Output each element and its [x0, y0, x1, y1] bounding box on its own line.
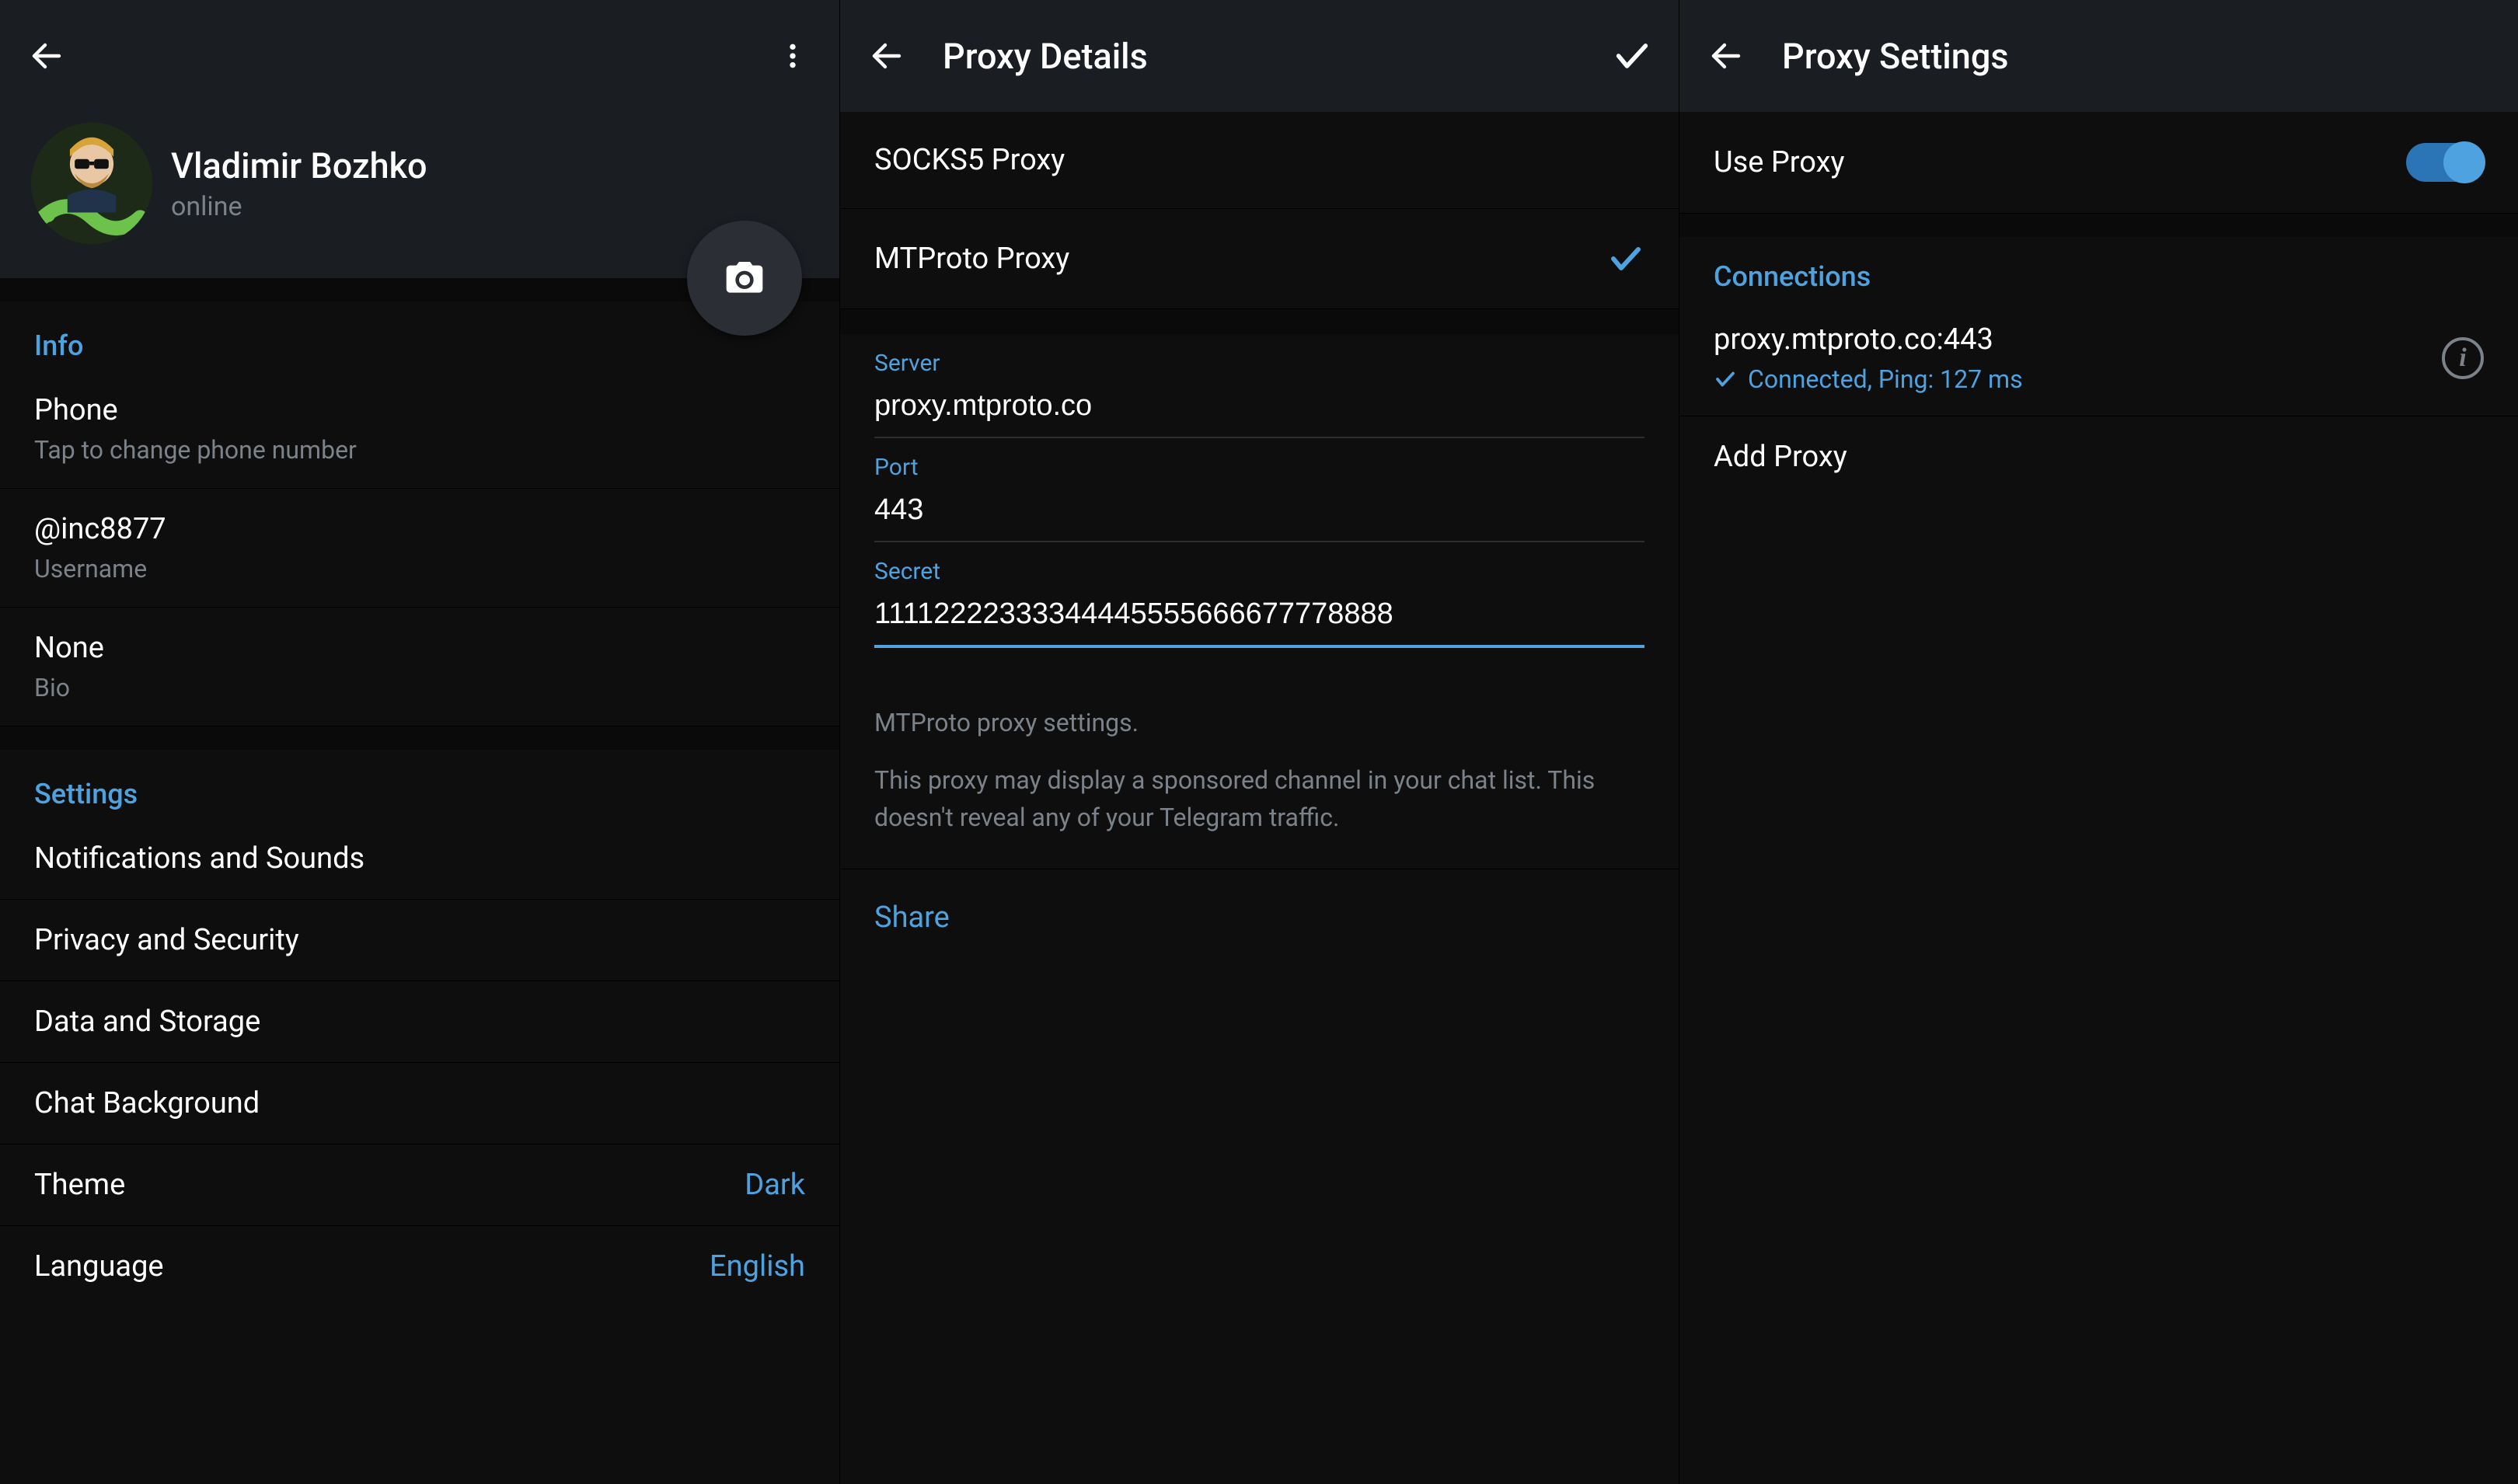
connection-status: Connected, Ping: 127 ms — [1714, 364, 2023, 394]
settings-privacy[interactable]: Privacy and Security — [0, 900, 839, 981]
profile-panel: Vladimir Bozhko online Info Phone Tap to… — [0, 0, 839, 1484]
port-input[interactable] — [874, 484, 1644, 542]
more-menu-button[interactable] — [771, 34, 814, 78]
connection-host: proxy.mtproto.co:443 — [1714, 322, 2023, 357]
username-row[interactable]: @inc8877 Username — [0, 489, 839, 608]
more-vertical-icon — [777, 37, 808, 75]
profile-header: Vladimir Bozhko online — [0, 112, 839, 278]
bio-sub: Bio — [34, 673, 805, 702]
proxy-type-mtproto-label: MTProto Proxy — [874, 242, 1069, 276]
profile-name: Vladimir Bozhko — [171, 145, 427, 186]
settings-notifications-label: Notifications and Sounds — [34, 841, 805, 876]
settings-data[interactable]: Data and Storage — [0, 981, 839, 1063]
connection-status-text: Connected, Ping: 127 ms — [1748, 364, 2023, 394]
topbar-proxy-settings: Proxy Settings — [1679, 0, 2518, 112]
phone-row[interactable]: Phone Tap to change phone number — [0, 370, 839, 489]
proxy-help-line2: This proxy may display a sponsored chann… — [874, 761, 1644, 836]
proxy-details-panel: Proxy Details SOCKS5 Proxy MTProto Proxy… — [839, 0, 1679, 1484]
settings-theme-label: Theme — [34, 1168, 125, 1202]
proxy-type-socks5[interactable]: SOCKS5 Proxy — [840, 112, 1679, 209]
port-field: Port — [840, 438, 1679, 542]
back-arrow-icon — [868, 37, 905, 75]
back-button[interactable] — [865, 34, 909, 78]
connection-row[interactable]: proxy.mtproto.co:443 Connected, Ping: 12… — [1679, 301, 2518, 416]
settings-language-label: Language — [34, 1249, 164, 1284]
add-proxy-row[interactable]: Add Proxy — [1679, 416, 2518, 497]
server-field: Server — [840, 334, 1679, 438]
secret-label: Secret — [874, 558, 1644, 585]
proxy-settings-title: Proxy Settings — [1782, 36, 2009, 77]
profile-name-block: Vladimir Bozhko online — [171, 145, 427, 222]
username-value: @inc8877 — [34, 512, 805, 546]
back-arrow-icon — [28, 37, 65, 75]
avatar[interactable] — [31, 123, 152, 244]
settings-chatbg[interactable]: Chat Background — [0, 1063, 839, 1144]
use-proxy-label: Use Proxy — [1714, 145, 1844, 179]
settings-theme[interactable]: Theme Dark — [0, 1144, 839, 1226]
topbar-profile — [0, 0, 839, 112]
settings-data-label: Data and Storage — [34, 1005, 805, 1039]
back-arrow-icon — [1707, 37, 1745, 75]
connection-info-button[interactable]: i — [2442, 337, 2484, 379]
topbar-proxy-details: Proxy Details — [840, 0, 1679, 112]
confirm-button[interactable] — [1610, 34, 1654, 78]
settings-language-value: English — [710, 1249, 805, 1284]
back-button[interactable] — [1704, 34, 1748, 78]
bio-value: None — [34, 631, 805, 665]
use-proxy-row[interactable]: Use Proxy — [1679, 112, 2518, 214]
proxy-details-title: Proxy Details — [943, 36, 1148, 77]
info-icon: i — [2459, 343, 2466, 373]
proxy-type-socks5-label: SOCKS5 Proxy — [874, 143, 1065, 177]
phone-sub: Tap to change phone number — [34, 435, 805, 465]
camera-icon — [723, 256, 766, 300]
secret-input[interactable] — [874, 588, 1644, 648]
settings-privacy-label: Privacy and Security — [34, 923, 805, 957]
use-proxy-switch[interactable] — [2406, 143, 2484, 182]
proxy-settings-panel: Proxy Settings Use Proxy Connections pro… — [1679, 0, 2518, 1484]
proxy-help-text: MTProto proxy settings. This proxy may d… — [840, 671, 1679, 869]
server-label: Server — [874, 350, 1644, 377]
bio-row[interactable]: None Bio — [0, 608, 839, 726]
proxy-help-line1: MTProto proxy settings. — [874, 704, 1644, 741]
port-label: Port — [874, 454, 1644, 481]
settings-header: Settings — [0, 750, 839, 818]
share-button[interactable]: Share — [840, 869, 1679, 966]
connection-text: proxy.mtproto.co:443 Connected, Ping: 12… — [1714, 322, 2023, 394]
connections-header: Connections — [1679, 237, 2518, 301]
proxy-type-mtproto[interactable]: MTProto Proxy — [840, 209, 1679, 309]
avatar-illustration-icon — [31, 123, 152, 244]
phone-label: Phone — [34, 393, 805, 427]
share-label: Share — [874, 901, 950, 935]
change-photo-button[interactable] — [687, 221, 802, 336]
settings-theme-value: Dark — [745, 1168, 805, 1202]
back-button[interactable] — [25, 34, 68, 78]
switch-knob-icon — [2443, 141, 2485, 183]
check-icon — [1607, 240, 1644, 277]
check-icon — [1612, 36, 1652, 76]
profile-status: online — [171, 191, 427, 222]
settings-language[interactable]: Language English — [0, 1226, 839, 1307]
server-input[interactable] — [874, 380, 1644, 438]
username-sub: Username — [34, 554, 805, 583]
add-proxy-label: Add Proxy — [1714, 440, 2484, 474]
settings-notifications[interactable]: Notifications and Sounds — [0, 818, 839, 900]
secret-field: Secret — [840, 542, 1679, 671]
settings-chatbg-label: Chat Background — [34, 1086, 805, 1120]
check-icon — [1714, 368, 1737, 391]
